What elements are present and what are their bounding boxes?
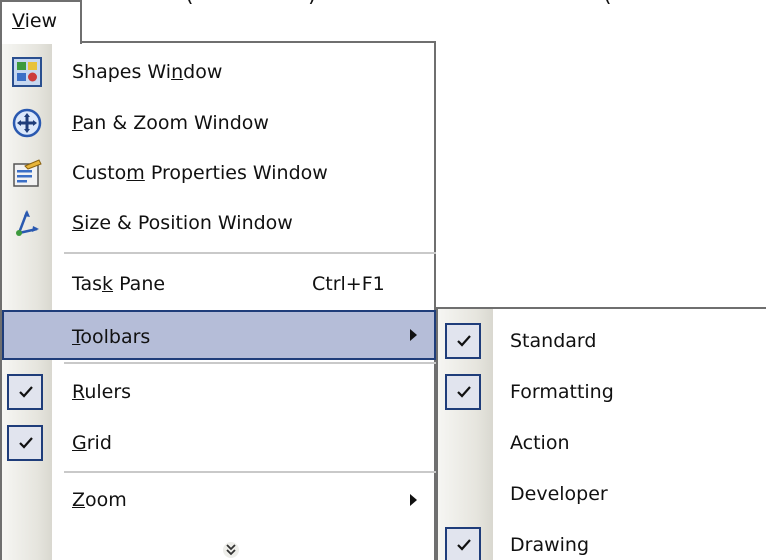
label-part: dow xyxy=(183,61,223,83)
pan-zoom-icon xyxy=(11,107,43,139)
label-mnemonic: n xyxy=(171,61,184,83)
menu-item-rulers[interactable]: Rulers xyxy=(2,367,436,417)
menu-item-label: Custom Properties Window xyxy=(72,148,328,198)
menu-item-label: Rulers xyxy=(72,367,131,417)
view-menu-title-mnemonic: V xyxy=(12,10,25,32)
label-part: Shapes Wi xyxy=(72,61,172,83)
submenu-arrow-icon xyxy=(410,329,417,341)
menu-item-label: Size & Position Window xyxy=(72,198,293,248)
label-part: Tas xyxy=(72,273,103,295)
menu-item-pan-zoom-window[interactable]: Pan & Zoom Window xyxy=(2,98,436,148)
toolbars-submenu: Standard Formatting Action Developer Dra… xyxy=(436,307,766,560)
double-chevron-down-icon xyxy=(223,541,239,560)
label-mnemonic: G xyxy=(72,432,87,454)
submenu-arrow-icon xyxy=(410,494,417,506)
submenu-item-label: Standard xyxy=(510,330,597,352)
submenu-item-action[interactable]: Action xyxy=(438,417,766,469)
label-part: oom xyxy=(85,489,127,511)
view-menu-dropdown: Shapes Window Pan & Zoom Window Custom P… xyxy=(0,41,436,560)
menu-separator xyxy=(64,471,436,473)
menu-item-shortcut: Ctrl+F1 xyxy=(312,273,385,295)
cut-off-paren-right: ( xyxy=(603,0,612,7)
submenu-item-label: Drawing xyxy=(510,534,590,556)
shapes-window-icon xyxy=(11,56,43,88)
submenu-item-standard[interactable]: Standard xyxy=(438,315,766,367)
submenu-item-developer[interactable]: Developer xyxy=(438,468,766,520)
label-mnemonic: R xyxy=(72,381,85,403)
size-position-icon xyxy=(11,207,43,239)
menu-item-label: Pan & Zoom Window xyxy=(72,98,269,148)
label-part: ulers xyxy=(84,381,132,403)
menu-item-label: Task Pane xyxy=(72,259,165,309)
label-mnemonic: P xyxy=(72,112,83,134)
menu-item-size-position-window[interactable]: Size & Position Window xyxy=(2,198,436,248)
checkmark-icon xyxy=(7,374,43,410)
label-mnemonic: k xyxy=(102,273,114,295)
menu-item-shapes-window[interactable]: Shapes Window xyxy=(2,47,436,97)
checkmark-icon xyxy=(445,374,481,410)
label-part: an & Zoom Window xyxy=(82,112,269,134)
checkmark-icon xyxy=(445,527,481,560)
menu-item-label: Grid xyxy=(72,418,112,468)
menu-item-toolbars[interactable]: Toolbars xyxy=(2,310,436,360)
checkmark-icon xyxy=(445,323,481,359)
menu-item-label: Shapes Window xyxy=(72,47,222,97)
submenu-item-label: Developer xyxy=(510,483,608,505)
menu-item-task-pane[interactable]: Task Pane Ctrl+F1 xyxy=(2,259,436,309)
view-menu-title-after: iew xyxy=(24,10,58,32)
label-mnemonic: Z xyxy=(72,489,86,511)
menu-item-custom-properties-window[interactable]: Custom Properties Window xyxy=(2,148,436,198)
label-part: Custo xyxy=(72,162,127,184)
menu-expand-button[interactable] xyxy=(2,525,436,560)
submenu-item-label: Action xyxy=(510,432,570,454)
menu-item-label: Toolbars xyxy=(72,312,150,362)
label-mnemonic: S xyxy=(72,212,85,234)
label-part: ize & Position Window xyxy=(84,212,293,234)
view-menu-title[interactable]: View xyxy=(0,0,82,44)
label-part: rid xyxy=(86,432,112,454)
cut-off-paren-middle: ) xyxy=(308,0,317,7)
menu-separator xyxy=(64,252,436,254)
cut-off-paren-left: ( xyxy=(185,0,194,7)
checkmark-icon xyxy=(7,425,43,461)
cut-off-text: ( ) ( xyxy=(0,0,766,7)
submenu-item-label: Formatting xyxy=(510,381,614,403)
label-part: Pane xyxy=(113,273,166,295)
menu-item-grid[interactable]: Grid xyxy=(2,418,436,468)
submenu-item-formatting[interactable]: Formatting xyxy=(438,366,766,418)
custom-properties-icon xyxy=(11,157,43,189)
label-mnemonic: m xyxy=(126,162,145,184)
menu-item-label: Zoom xyxy=(72,475,127,525)
submenu-item-drawing[interactable]: Drawing xyxy=(438,519,766,560)
label-part: oolbars xyxy=(80,326,151,348)
label-part: Properties Window xyxy=(144,162,328,184)
menu-item-zoom[interactable]: Zoom xyxy=(2,475,436,525)
menu-separator xyxy=(64,362,436,364)
